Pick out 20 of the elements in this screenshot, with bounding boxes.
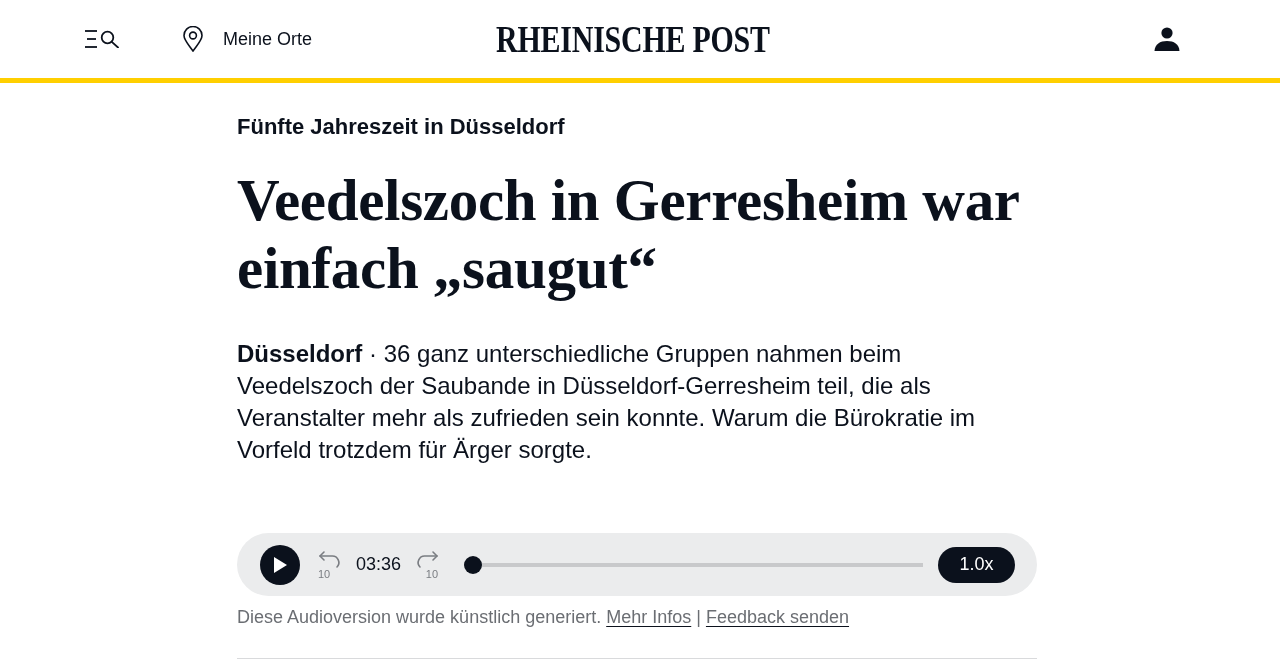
menu-search-icon[interactable]	[85, 30, 119, 48]
link-separator: |	[696, 606, 701, 629]
skip-forward-button[interactable]: 10	[414, 549, 443, 580]
site-logo[interactable]: RHEINISCHE POST	[495, 17, 770, 61]
play-icon	[273, 556, 287, 573]
seek-thumb[interactable]	[464, 555, 483, 574]
skip-back-button[interactable]: 10	[315, 549, 343, 580]
playback-time: 03:36	[356, 554, 402, 575]
audio-note-text: Diese Audioversion wurde künstlich generiert.	[237, 606, 602, 629]
article-headline: Veedelszoch in Gerresheim war einfach „saugut“	[237, 166, 1020, 302]
places-link[interactable]: Meine Orte	[183, 26, 313, 52]
info-link[interactable]: Mehr Infos	[606, 605, 692, 629]
play-button[interactable]	[260, 544, 300, 585]
playback-speed-button[interactable]: 1.0x	[938, 546, 1015, 583]
info-link[interactable]: Feedback senden	[705, 605, 850, 629]
article-lead: Düsseldorf · 36 ganz unterschiedliche Gruppen nahmen beim Veedelszoch der Saubande in Düsseldorf-Gerresheim teil, die als Veranstalter mehr als zufrieden sein konnte. Warum die Bürokratie im Vorfeld trotzdem für Ärger sorgte.	[237, 339, 977, 465]
user-icon[interactable]	[1154, 27, 1180, 51]
location-pin-icon	[183, 26, 203, 52]
seek-track[interactable]	[482, 562, 923, 567]
article-kicker: Fünfte Jahreszeit in Düsseldorf	[237, 113, 566, 141]
